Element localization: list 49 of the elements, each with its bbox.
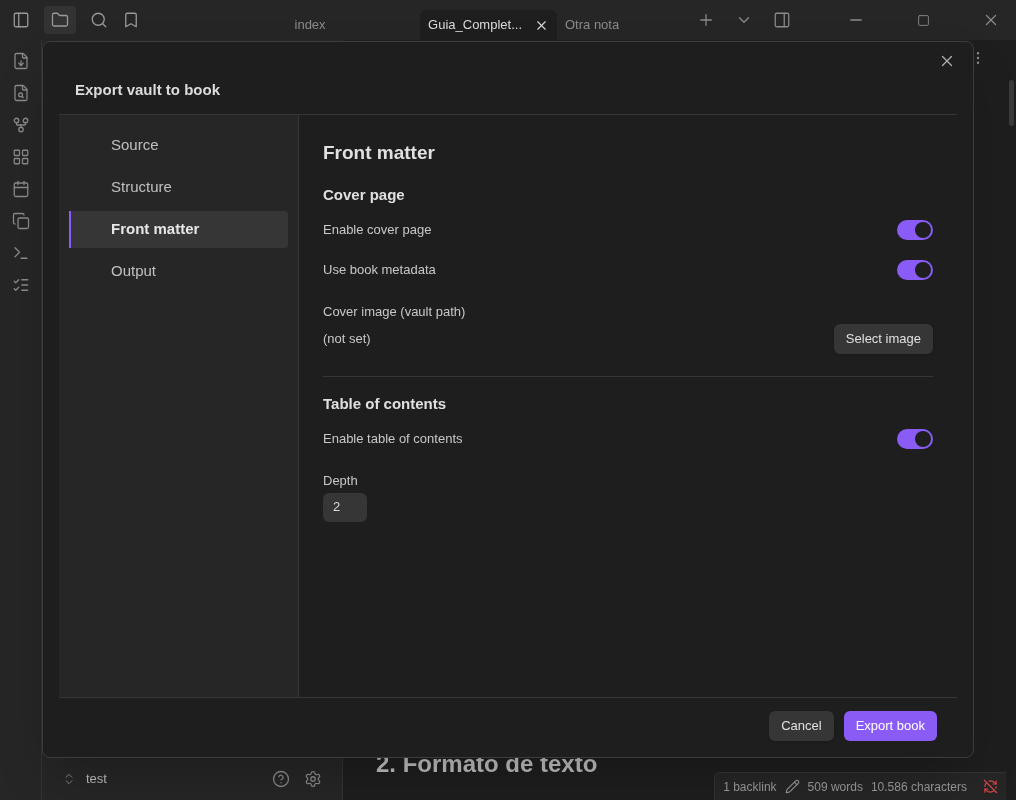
setting-label: Use book metadata <box>323 261 436 280</box>
setting-label: Depth <box>323 472 359 490</box>
status-item: 1 backlink <box>723 778 777 796</box>
new-tab-icon[interactable] <box>697 11 715 29</box>
section-heading: Cover page <box>323 184 406 205</box>
nav-item[interactable]: Output <box>69 253 288 290</box>
folder-icon <box>51 11 69 29</box>
sidebar-toggle-icon[interactable] <box>12 11 30 29</box>
status-item: 10.586 characters <box>870 778 967 796</box>
settings-icon[interactable] <box>304 770 322 788</box>
terminal-icon[interactable] <box>11 244 30 262</box>
graph-icon[interactable] <box>11 116 30 134</box>
pencil-icon[interactable] <box>784 779 800 794</box>
export-button[interactable]: Export book <box>843 711 937 741</box>
bookmark-icon[interactable] <box>122 11 140 29</box>
dialog-title: Export vault to book <box>75 81 220 98</box>
cancel-button[interactable]: Cancel <box>769 711 834 741</box>
tab[interactable]: Guia_Complet... <box>420 10 557 40</box>
scrollbar[interactable] <box>1008 80 1014 126</box>
toggle-switch[interactable] <box>897 429 933 449</box>
section-heading: Table of contents <box>323 393 448 414</box>
vault-name[interactable]: test <box>86 769 107 789</box>
toggle-switch[interactable] <box>897 260 933 280</box>
nav-item[interactable]: Source <box>69 127 288 164</box>
setting-label: Cover image (vault path) <box>323 303 467 321</box>
calendar-icon[interactable] <box>11 180 30 198</box>
page-title: Front matter <box>323 141 436 165</box>
setting-label: Enable table of contents <box>323 430 463 449</box>
sync-off-icon[interactable] <box>983 779 998 794</box>
setting-label: Enable cover page <box>323 221 432 240</box>
help-icon[interactable] <box>272 770 290 788</box>
tab[interactable]: Otra nota <box>557 10 697 40</box>
file-download-icon[interactable] <box>11 52 30 70</box>
right-sidebar-icon[interactable] <box>773 11 791 29</box>
grid-icon[interactable] <box>11 148 30 166</box>
depth-input[interactable]: 2 <box>323 492 367 522</box>
copy-icon[interactable] <box>11 212 30 230</box>
maximize-icon[interactable] <box>917 13 930 27</box>
nav-item[interactable]: Structure <box>69 169 288 206</box>
select-image-button[interactable]: Select image <box>833 323 933 354</box>
toggle-switch[interactable] <box>897 220 933 240</box>
status-item: 509 words <box>807 778 863 796</box>
tab[interactable]: index <box>200 10 421 40</box>
setting-value: (not set) <box>323 329 371 348</box>
file-search-icon[interactable] <box>11 84 30 102</box>
folder-button[interactable] <box>44 6 76 34</box>
checklist-icon[interactable] <box>11 276 30 294</box>
search-icon[interactable] <box>90 11 108 29</box>
nav-item[interactable]: Front matter <box>69 211 288 248</box>
